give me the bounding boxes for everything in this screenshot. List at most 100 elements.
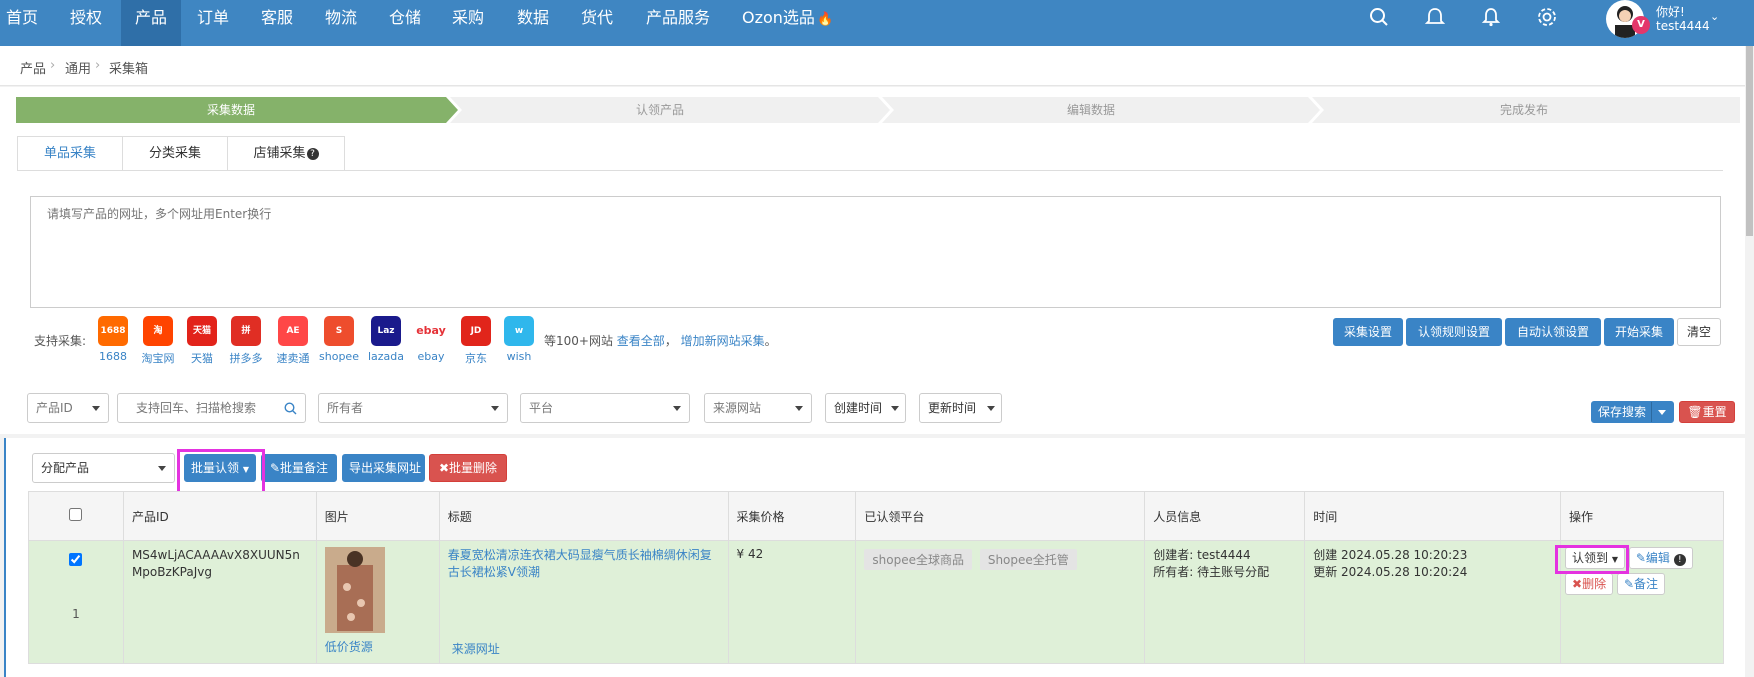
breadcrumb-collect-box: 采集箱: [109, 62, 149, 77]
save-search-button[interactable]: 保存搜索: [1591, 401, 1674, 423]
site-logo-icon: JD: [461, 316, 491, 346]
url-input[interactable]: [30, 196, 1721, 308]
breadcrumb-general[interactable]: 通用: [65, 58, 91, 77]
search-icon[interactable]: [1368, 6, 1390, 28]
nav-product[interactable]: 产品: [121, 0, 181, 46]
export-urls-button[interactable]: 导出采集网址: [342, 454, 425, 482]
search-icon[interactable]: [284, 402, 297, 415]
site-logo-icon: AE: [278, 316, 308, 346]
tab-store-collect[interactable]: 店铺采集?: [227, 136, 345, 171]
username[interactable]: test4444: [1656, 19, 1710, 33]
chevron-down-icon[interactable]: ⌄: [1710, 10, 1719, 23]
site-name: lazada: [367, 350, 405, 363]
source-site-select-label: 来源网站: [713, 401, 762, 415]
claim-rules-button[interactable]: 认领规则设置: [1406, 318, 1502, 346]
nav-orders[interactable]: 订单: [191, 0, 235, 46]
platform-tag: shopee全球商品: [864, 549, 972, 570]
batch-note-label: 批量备注: [280, 461, 329, 475]
gear-icon[interactable]: [1536, 6, 1558, 28]
site-name: 淘宝网: [141, 352, 175, 365]
header-select-all: [28, 491, 124, 541]
tab-single-collect[interactable]: 单品采集: [17, 136, 123, 171]
nav-purchase[interactable]: 采购: [446, 0, 490, 46]
batch-note-button[interactable]: ✎批量备注: [261, 454, 337, 482]
delete-label: 删除: [1582, 577, 1607, 591]
creator-label: 创建者:: [1153, 548, 1194, 562]
breadcrumb-product[interactable]: 产品: [20, 58, 46, 77]
nav-ozon[interactable]: Ozon选品 🔥: [736, 0, 839, 46]
breadcrumb-separator-icon: ›: [50, 58, 56, 73]
nav-logistics[interactable]: 物流: [319, 0, 363, 46]
table-row: 1 MS4wLjACAAAAvX8XUUN5nMpoBzKPaJvg 低价货源 …: [28, 540, 1724, 664]
reset-label: 重置: [1702, 405, 1727, 419]
caret-down-icon: [158, 466, 166, 471]
nav-service[interactable]: 客服: [255, 0, 299, 46]
batch-delete-button[interactable]: ✖批量删除: [429, 454, 507, 482]
caret-down-icon: [795, 406, 803, 411]
header-staff-info: 人员信息: [1144, 491, 1306, 541]
site-logo-icon: 天猫: [187, 316, 217, 346]
low-price-source-link[interactable]: 低价货源: [325, 638, 431, 655]
site-8[interactable]: JD 京东: [454, 316, 498, 366]
updated-time-dropdown[interactable]: 更新时间: [919, 393, 1002, 423]
created-time-label: 创建时间: [834, 401, 883, 415]
site-0[interactable]: 1688 1688: [91, 316, 135, 363]
delete-button[interactable]: ✖删除: [1565, 573, 1614, 595]
site-5[interactable]: Sshopee: [317, 316, 361, 363]
add-site-link[interactable]: 增加新网站采集: [681, 334, 765, 348]
bell-icon[interactable]: [1480, 6, 1502, 28]
owner-select[interactable]: 所有者: [318, 393, 508, 423]
scrollbar-thumb[interactable]: [1746, 46, 1753, 236]
row-product-id: MS4wLjACAAAAvX8XUUN5nMpoBzKPaJvg: [122, 540, 317, 664]
clear-button[interactable]: 清空: [1677, 318, 1721, 346]
source-url-link[interactable]: 来源网址: [452, 640, 500, 657]
nav-warehouse[interactable]: 仓储: [383, 0, 427, 46]
highlight-claim-to: [1555, 545, 1629, 574]
site-logo-icon: 1688: [98, 316, 128, 346]
site-4[interactable]: AE 速卖通: [271, 316, 315, 366]
nav-product-service[interactable]: 产品服务: [640, 0, 716, 46]
edit-button[interactable]: ✎编辑 !: [1628, 547, 1693, 569]
owner-label: 所有者:: [1153, 565, 1194, 579]
product-image[interactable]: [324, 547, 385, 633]
product-title-link[interactable]: 春夏宽松清凉连衣裙大码显瘦气质长袖棉绸休闲复古长裙松紧V领潮: [448, 547, 720, 581]
row-image-cell: 低价货源: [315, 540, 440, 664]
chat-icon[interactable]: [1424, 6, 1446, 28]
site-1[interactable]: 淘淘宝网: [136, 316, 180, 366]
select-all-checkbox[interactable]: [69, 508, 83, 521]
owner-select-label: 所有者: [327, 401, 364, 415]
site-logo-icon: 拼: [231, 316, 261, 346]
site-2[interactable]: 天猫 天猫: [180, 316, 224, 366]
assign-product-select[interactable]: 分配产品: [32, 453, 175, 483]
note-button[interactable]: ✎备注: [1616, 573, 1666, 595]
site-9[interactable]: w wish: [497, 316, 541, 363]
header-actions: 操作: [1560, 491, 1724, 541]
nav-home[interactable]: 首页: [0, 0, 44, 46]
site-name: ebay: [417, 350, 445, 363]
save-search-caret[interactable]: [1651, 402, 1673, 422]
tab-category-collect[interactable]: 分类采集: [122, 136, 228, 171]
nav-forwarder[interactable]: 货代: [575, 0, 619, 46]
row-title-cell: 春夏宽松清凉连衣裙大码显瘦气质长袖棉绸休闲复古长裙松紧V领潮 来源网址: [438, 540, 729, 664]
header-time: 时间: [1304, 491, 1562, 541]
reset-button[interactable]: 🗑重置: [1679, 401, 1735, 423]
help-icon[interactable]: ?: [306, 148, 319, 160]
site-6[interactable]: Laz lazada: [364, 316, 408, 363]
site-7[interactable]: ebay ebay: [409, 316, 453, 363]
site-3[interactable]: 拼拼多多: [224, 316, 268, 366]
start-collect-button[interactable]: 开始采集: [1604, 318, 1674, 346]
search-input[interactable]: 支持回车、扫描枪搜索: [117, 393, 306, 423]
view-all-link[interactable]: 查看全部: [617, 334, 665, 348]
product-id-select[interactable]: 产品ID: [27, 393, 109, 423]
auto-claim-settings-button[interactable]: 自动认领设置: [1505, 318, 1601, 346]
breadcrumb: 产品 › 通用 › 采集箱: [0, 46, 1745, 86]
source-site-select[interactable]: 来源网站: [704, 393, 812, 423]
collect-settings-button[interactable]: 采集设置: [1333, 318, 1403, 346]
platform-select[interactable]: 平台: [520, 393, 690, 423]
batch-delete-label: 批量删除: [449, 461, 498, 475]
row-checkbox[interactable]: [69, 553, 83, 566]
nav-data[interactable]: 数据: [511, 0, 555, 46]
step-publish: 完成发布: [1499, 103, 1548, 117]
created-time-dropdown[interactable]: 创建时间: [825, 393, 906, 423]
nav-auth[interactable]: 授权: [64, 0, 108, 46]
